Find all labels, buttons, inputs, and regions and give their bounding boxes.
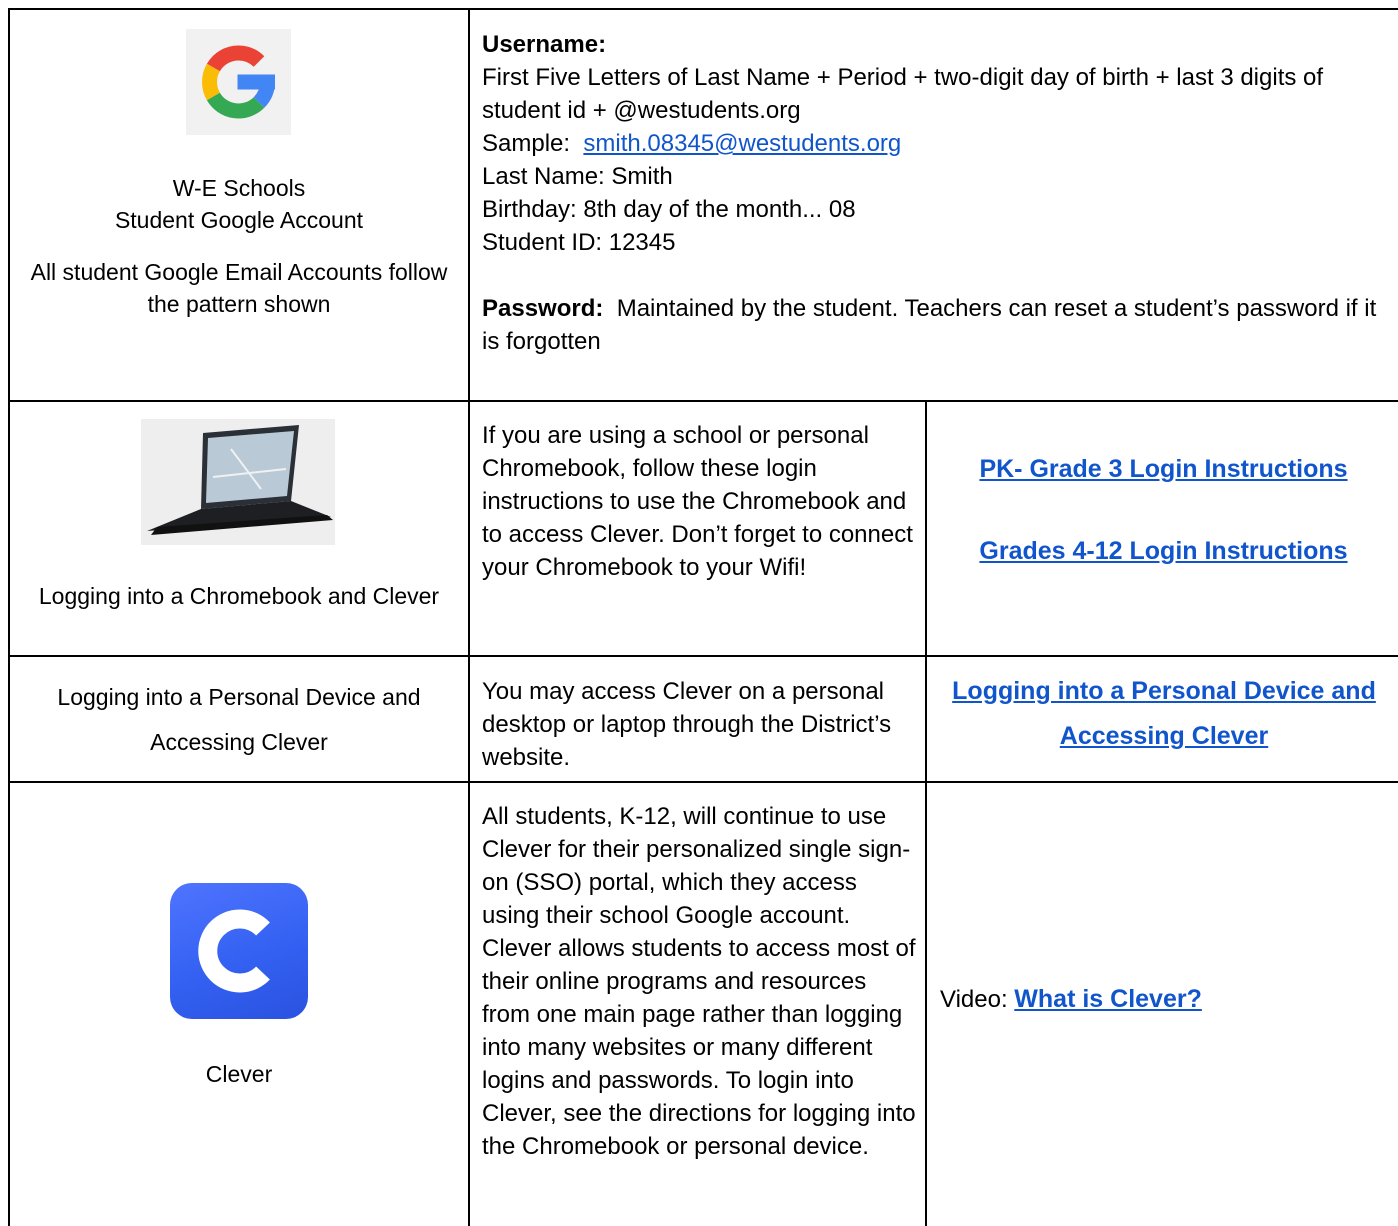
password-heading: Password: (482, 295, 604, 322)
row-divider-2 (8, 655, 1398, 657)
personal-device-link[interactable]: Logging into a Personal Device and Acces… (952, 677, 1376, 750)
personal-device-link-cell: Logging into a Personal Device and Acces… (935, 669, 1393, 759)
grades-4-12-login-link[interactable]: Grades 4-12 Login Instructions (979, 537, 1347, 565)
account-title-line2: Student Google Account (114, 207, 364, 233)
what-is-clever-link[interactable]: What is Clever? (1014, 985, 1202, 1013)
row-divider-1 (8, 400, 1398, 402)
chromebook-links: PK- Grade 3 Login Instructions Grades 4-… (927, 447, 1398, 574)
clever-video-line: Video: What is Clever? (940, 982, 1390, 1017)
student-id-line: Student ID: 12345 (482, 229, 676, 256)
video-label: Video: (940, 986, 1008, 1013)
pattern-note: All student Google Email Accounts follow… (30, 259, 448, 317)
birthday-line: Birthday: 8th day of the month... 08 (482, 196, 856, 223)
clever-description: All students, K-12, will continue to use… (482, 803, 916, 1160)
username-heading: Username: (482, 31, 607, 58)
sample-email-link[interactable]: smith.08345@westudents.org (583, 130, 901, 157)
table-border-top (8, 8, 1398, 10)
clever-label: Clever (205, 1061, 273, 1087)
clever-logo-icon (170, 883, 308, 1019)
column-divider-1 (468, 8, 470, 1226)
sample-line: Sample: smith.08345@westudents.org (482, 127, 1387, 160)
last-name-line: Last Name: Smith (482, 163, 673, 190)
personal-device-label: Logging into a Personal Device and Acces… (57, 684, 421, 755)
username-details: Username: First Five Letters of Last Nam… (482, 28, 1387, 358)
chromebook-label: Logging into a Chromebook and Clever (38, 583, 440, 609)
google-account-label: W-E Schools Student Google Account All s… (10, 172, 468, 320)
sample-label: Sample: (482, 130, 571, 157)
username-rule: First Five Letters of Last Name + Period… (482, 64, 1324, 124)
chromebook-description: If you are using a school or personal Ch… (482, 422, 913, 581)
password-text: Maintained by the student. Teachers can … (482, 295, 1377, 355)
account-title-line1: W-E Schools (172, 175, 306, 201)
pk-grade3-login-link[interactable]: PK- Grade 3 Login Instructions (979, 455, 1347, 483)
google-logo-icon (186, 29, 291, 135)
password-paragraph: Password: Maintained by the student. Tea… (482, 292, 1387, 358)
chromebook-image (141, 419, 335, 545)
personal-device-description: You may access Clever on a personal desk… (482, 678, 892, 771)
row-divider-3 (8, 781, 1398, 783)
